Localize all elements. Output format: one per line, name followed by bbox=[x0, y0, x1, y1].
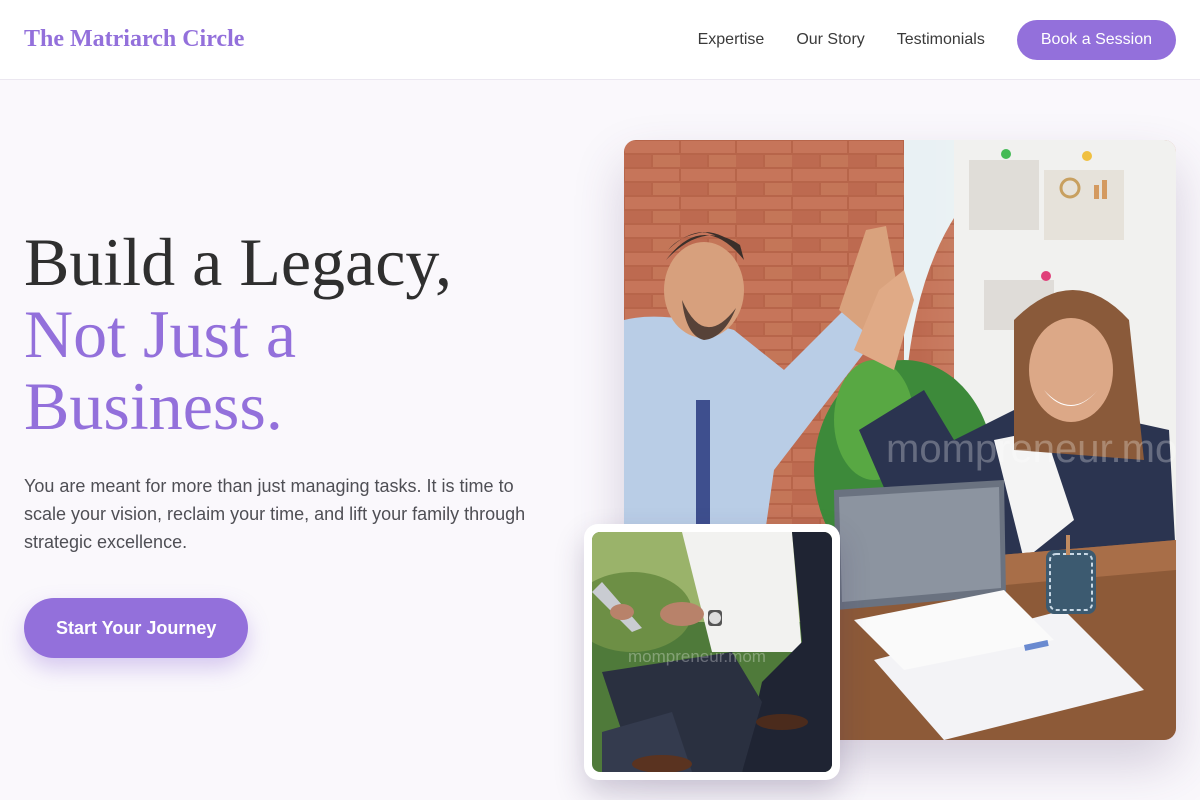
start-journey-button[interactable]: Start Your Journey bbox=[24, 598, 249, 658]
hero-text: Build a Legacy, Not Just a Business. You… bbox=[24, 226, 544, 658]
hero-subtitle: You are meant for more than just managin… bbox=[24, 476, 526, 552]
headline-line-2: Not Just a bbox=[24, 296, 296, 372]
brand-logo[interactable]: The Matriarch Circle bbox=[24, 26, 244, 53]
hero-headline: Build a Legacy, Not Just a Business. bbox=[24, 226, 544, 442]
inset-photo-watermark: mompreneur.mom bbox=[628, 647, 766, 666]
nav-link-expertise[interactable]: Expertise bbox=[698, 31, 765, 49]
hero-inset-photo: mompreneur.mom bbox=[592, 532, 832, 772]
headline-line-3: Business. bbox=[24, 368, 283, 444]
main-photo-watermark: mompreneur.mom bbox=[886, 427, 1176, 471]
main-nav: Expertise Our Story Testimonials Book a … bbox=[698, 19, 1176, 60]
hero-inset-frame: mompreneur.mom bbox=[584, 524, 840, 780]
nav-link-testimonials[interactable]: Testimonials bbox=[897, 31, 985, 49]
site-header: The Matriarch Circle Expertise Our Story… bbox=[0, 0, 1200, 80]
book-session-button[interactable]: Book a Session bbox=[1016, 19, 1176, 60]
nav-link-our-story[interactable]: Our Story bbox=[796, 31, 864, 49]
headline-line-1: Build a Legacy, bbox=[24, 224, 452, 300]
